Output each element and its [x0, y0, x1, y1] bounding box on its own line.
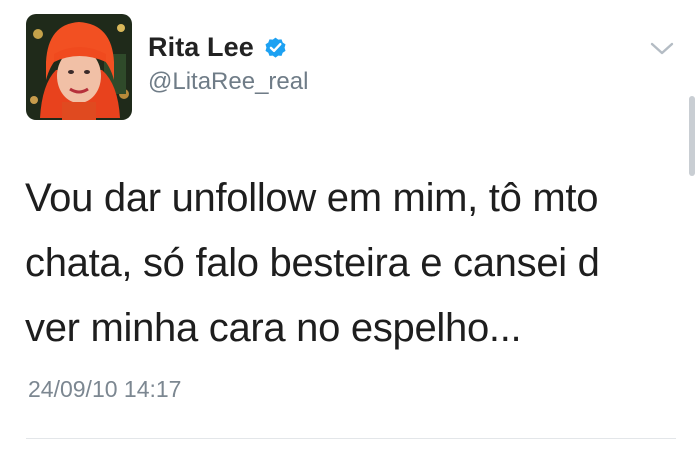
tweet-text: Vou dar unfollow em mim, tô mto chata, s…	[25, 166, 665, 361]
author-name-row[interactable]: Rita Lee	[148, 27, 288, 67]
verified-badge-icon	[263, 35, 288, 60]
avatar[interactable]	[26, 14, 132, 120]
tweet-text-line: ver minha cara no espelho...	[25, 306, 522, 350]
divider	[26, 438, 676, 439]
scrollbar[interactable]	[689, 96, 695, 176]
chevron-down-icon[interactable]	[648, 38, 676, 60]
display-name[interactable]: Rita Lee	[148, 32, 254, 63]
tweet-text-line: Vou dar unfollow em mim, tô mto	[25, 176, 599, 220]
tweet-card: Rita Lee @LitaRee_real Vou dar unfollow …	[0, 0, 700, 466]
tweet-text-line: chata, só falo besteira e cansei d	[25, 241, 600, 285]
avatar-image	[26, 14, 132, 120]
user-handle[interactable]: @LitaRee_real	[148, 68, 308, 96]
tweet-timestamp[interactable]: 24/09/10 14:17	[28, 376, 181, 403]
